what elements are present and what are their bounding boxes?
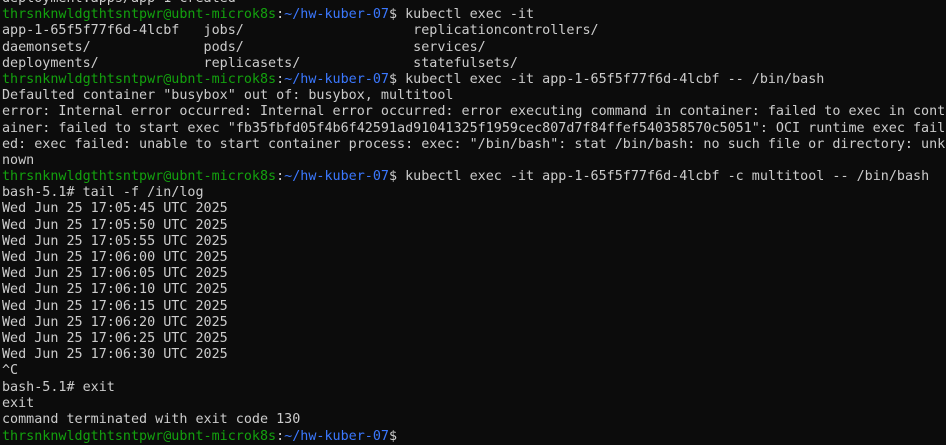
output-line: ed: exec failed: unable to start contain… — [2, 136, 946, 152]
output-line: bash-5.1# exit — [2, 379, 115, 395]
prompt-path: ~/hw-kuber-07 — [284, 7, 389, 23]
prompt-line: thrsnknwldgthtsntpwr@ubnt-microk8s:~/hw-… — [2, 428, 946, 444]
prompt-symbol: $ — [388, 429, 406, 445]
output-line: Wed Jun 25 17:05:45 UTC 2025 — [2, 201, 228, 217]
prompt-path: ~/hw-kuber-07 — [284, 429, 389, 445]
output-line: ^C — [2, 363, 19, 379]
prompt-path: ~/hw-kuber-07 — [284, 71, 389, 87]
prompt-user-host: thrsnknwldgthtsntpwr@ubnt-microk8s — [2, 169, 277, 185]
output-line: app-1-65f5f77f6d-4lcbf jobs/ replication… — [2, 23, 599, 39]
prompt-symbol: $ — [388, 169, 406, 185]
output-line: ainer: failed to start exec "fb35fbfd05f… — [2, 120, 946, 136]
prompt-separator: : — [276, 429, 285, 445]
prompt-user-host: thrsnknwldgthtsntpwr@ubnt-microk8s — [2, 429, 277, 445]
output-line: error: Internal error occurred: Internal… — [2, 104, 946, 120]
terminal-output[interactable]: deployment.apps/app-1 createdthrsnknwldg… — [2, 0, 946, 444]
prompt-symbol: $ — [388, 7, 406, 23]
prompt-symbol: $ — [388, 71, 406, 87]
output-line: deployments/ replicasets/ statefulsets/ — [2, 55, 518, 71]
prompt-line: thrsnknwldgthtsntpwr@ubnt-microk8s:~/hw-… — [2, 72, 946, 88]
output-line: command terminated with exit code 130 — [2, 411, 301, 427]
output-line: deployment.apps/app-1 created — [2, 0, 946, 7]
prompt-user-host: thrsnknwldgthtsntpwr@ubnt-microk8s — [2, 7, 277, 23]
prompt-separator: : — [276, 169, 285, 185]
output-line: daemonsets/ pods/ services/ — [2, 39, 486, 55]
command-text: kubectl exec -it — [405, 7, 535, 23]
text-cursor — [405, 428, 413, 442]
output-line: Wed Jun 25 17:05:55 UTC 2025 — [2, 233, 228, 249]
output-line: Wed Jun 25 17:06:10 UTC 2025 — [2, 282, 228, 298]
prompt-separator: : — [276, 71, 285, 87]
output-line: Wed Jun 25 17:06:05 UTC 2025 — [2, 266, 228, 282]
command-text: kubectl exec -it app-1-65f5f77f6d-4lcbf … — [405, 169, 930, 185]
output-line: bash-5.1# tail -f /in/log — [2, 185, 204, 201]
output-line: Wed Jun 25 17:06:15 UTC 2025 — [2, 298, 228, 314]
output-line: nown — [2, 152, 35, 168]
prompt-separator: : — [276, 7, 285, 23]
prompt-user-host: thrsnknwldgthtsntpwr@ubnt-microk8s — [2, 71, 277, 87]
output-line: exit — [2, 395, 35, 411]
prompt-line: thrsnknwldgthtsntpwr@ubnt-microk8s:~/hw-… — [2, 7, 946, 23]
output-line: Wed Jun 25 17:06:30 UTC 2025 — [2, 347, 228, 363]
prompt-line: thrsnknwldgthtsntpwr@ubnt-microk8s:~/hw-… — [2, 169, 946, 185]
command-text: kubectl exec -it app-1-65f5f77f6d-4lcbf … — [405, 71, 825, 87]
output-line: Defaulted container "busybox" out of: bu… — [2, 88, 454, 104]
output-line: Wed Jun 25 17:06:25 UTC 2025 — [2, 330, 228, 346]
output-line: Wed Jun 25 17:05:50 UTC 2025 — [2, 217, 228, 233]
output-line: Wed Jun 25 17:06:00 UTC 2025 — [2, 250, 228, 265]
output-line: Wed Jun 25 17:06:20 UTC 2025 — [2, 314, 228, 330]
prompt-path: ~/hw-kuber-07 — [284, 169, 389, 185]
